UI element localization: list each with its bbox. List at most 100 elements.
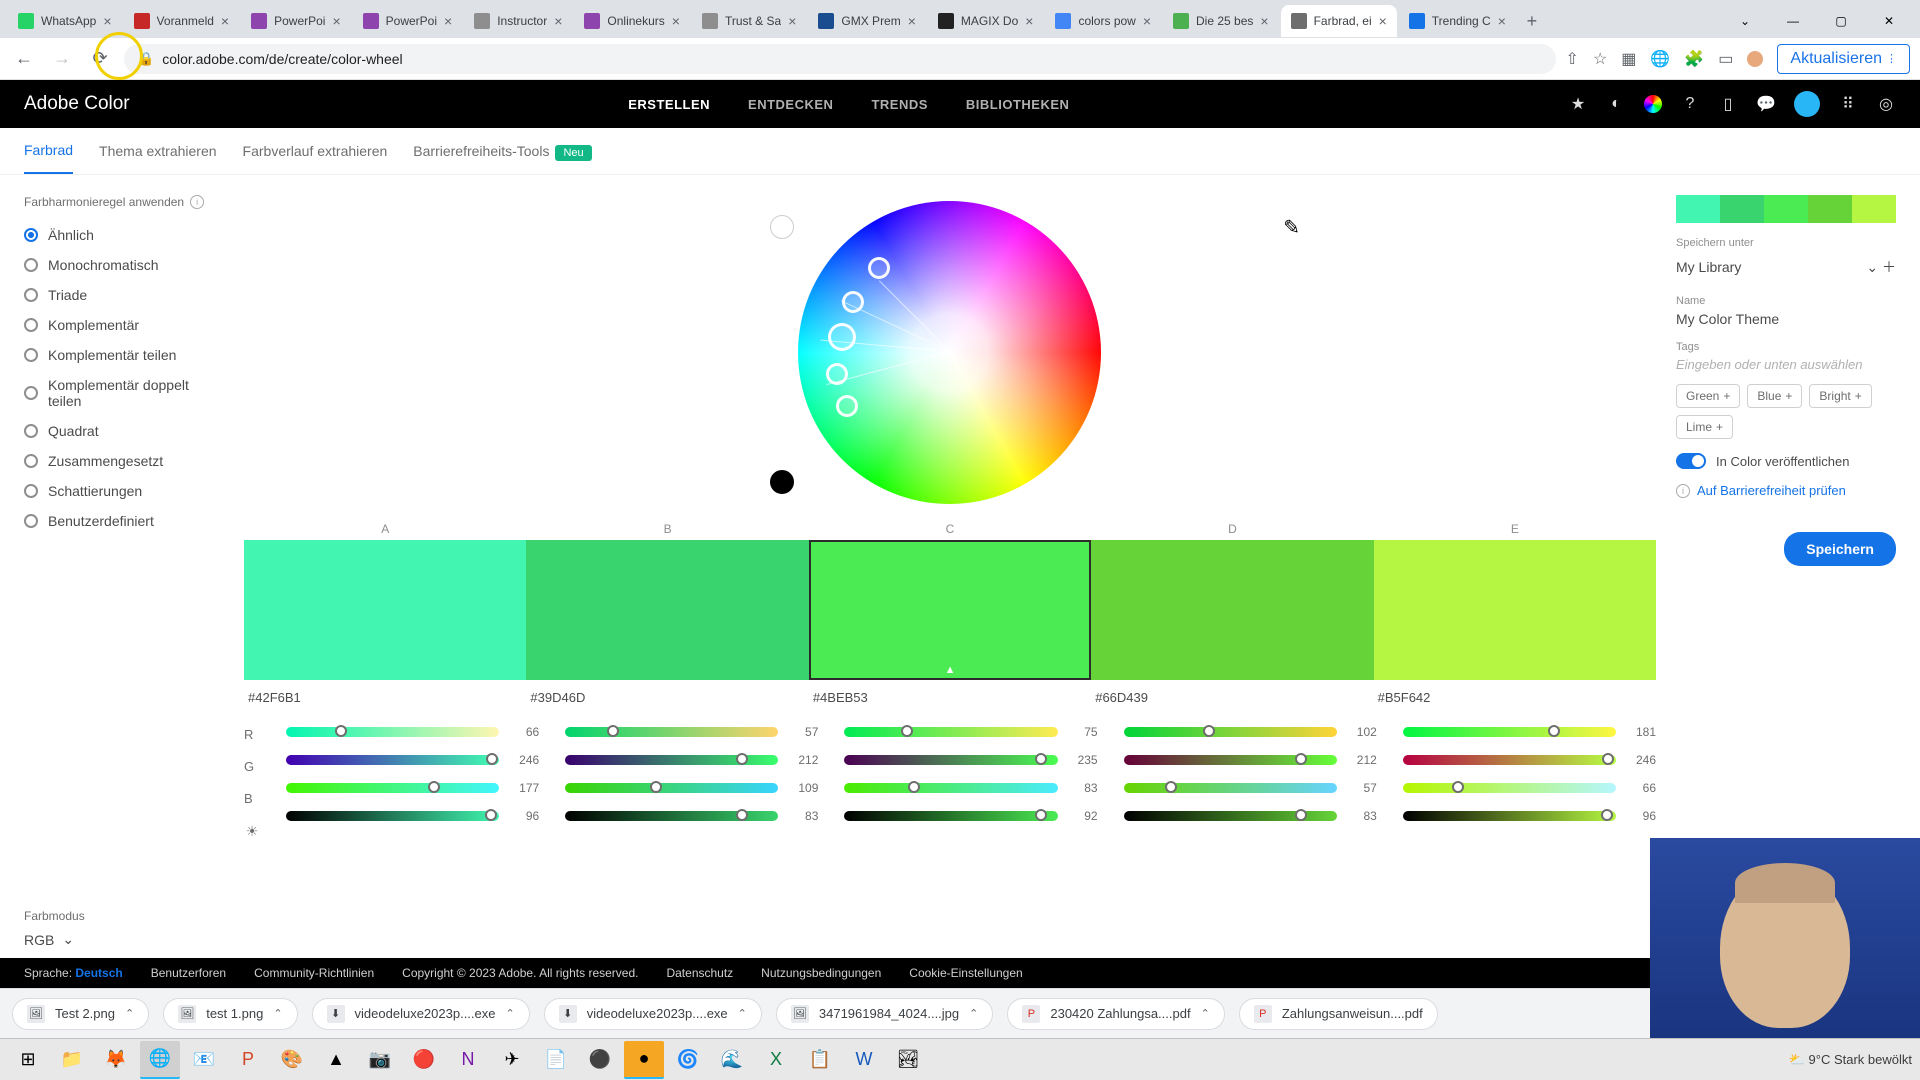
- apps-icon[interactable]: ⠿: [1838, 94, 1858, 114]
- app-icon[interactable]: 🌀: [668, 1041, 708, 1079]
- nav-erstellen[interactable]: ERSTELLEN: [628, 97, 710, 112]
- tab-farbverlauf[interactable]: Farbverlauf extrahieren: [243, 143, 388, 173]
- slider-r[interactable]: 75: [844, 725, 1097, 739]
- radio-triade[interactable]: Triade: [24, 287, 224, 303]
- slider-g[interactable]: 212: [565, 753, 818, 767]
- outlook-icon[interactable]: 📧: [184, 1041, 224, 1079]
- slider-l[interactable]: 96: [286, 809, 539, 823]
- slider-l[interactable]: 96: [1403, 809, 1656, 823]
- excel-icon[interactable]: X: [756, 1041, 796, 1079]
- download-item[interactable]: PZahlungsanweisun....pdf: [1239, 998, 1438, 1030]
- weather-widget[interactable]: ⛅ 9°C Stark bewölkt: [1789, 1052, 1912, 1068]
- app-icon[interactable]: 🔴: [404, 1041, 444, 1079]
- chevron-down-icon[interactable]: ⌄: [1722, 5, 1768, 37]
- book-icon[interactable]: ▯: [1718, 94, 1738, 114]
- close-icon[interactable]: ×: [554, 13, 562, 29]
- wheel-handle[interactable]: [836, 395, 858, 417]
- profile-avatar[interactable]: [1747, 51, 1763, 67]
- browser-tab[interactable]: Onlinekurs×: [574, 5, 690, 37]
- star-icon[interactable]: ☆: [1593, 49, 1607, 69]
- radio-schattierungen[interactable]: Schattierungen: [24, 483, 224, 499]
- nav-bibliotheken[interactable]: BIBLIOTHEKEN: [966, 97, 1070, 112]
- slider-b[interactable]: 177: [286, 781, 539, 795]
- app-icon[interactable]: ⚫: [580, 1041, 620, 1079]
- browser-tab[interactable]: MAGIX Do×: [928, 5, 1044, 37]
- chevron-up-icon[interactable]: ⌃: [273, 1007, 282, 1020]
- download-item[interactable]: 🖼test 1.png⌃: [163, 998, 297, 1030]
- radio-benutzer[interactable]: Benutzerdefiniert: [24, 513, 224, 529]
- address-bar[interactable]: 🔒 color.adobe.com/de/create/color-wheel: [124, 44, 1556, 74]
- chrome-icon[interactable]: 🌐: [140, 1041, 180, 1079]
- new-tab-button[interactable]: +: [1518, 7, 1546, 35]
- close-icon[interactable]: ×: [672, 13, 680, 29]
- start-icon[interactable]: ⊞: [8, 1041, 48, 1079]
- color-wheel-icon[interactable]: [1644, 95, 1662, 113]
- download-item[interactable]: ⬇videodeluxe2023p....exe⌃: [544, 998, 762, 1030]
- farbmodus-select[interactable]: RGB⌄: [24, 931, 224, 948]
- footer-link[interactable]: Community-Richtlinien: [254, 966, 374, 980]
- chevron-up-icon[interactable]: ⌃: [969, 1007, 978, 1020]
- black-dot[interactable]: [770, 470, 794, 494]
- chevron-up-icon[interactable]: ⌃: [1201, 1007, 1210, 1020]
- browser-tab[interactable]: GMX Prem×: [808, 5, 926, 37]
- refresh-button[interactable]: Aktualisieren⋮: [1777, 44, 1910, 74]
- browser-tab-active[interactable]: Farbrad, ei×: [1281, 5, 1397, 37]
- app-icon[interactable]: 🎨: [272, 1041, 312, 1079]
- swatch-c[interactable]: ▲: [809, 540, 1091, 680]
- chevron-up-icon[interactable]: ⌃: [738, 1007, 747, 1020]
- radio-komp-teilen[interactable]: Komplementär teilen: [24, 347, 224, 363]
- tab-barrierefreiheit[interactable]: Barrierefreiheits-ToolsNeu: [413, 143, 591, 173]
- app-icon[interactable]: 📷: [360, 1041, 400, 1079]
- telegram-icon[interactable]: ✈: [492, 1041, 532, 1079]
- moon-icon[interactable]: ◐: [1606, 94, 1626, 114]
- user-avatar[interactable]: [1794, 91, 1820, 117]
- box-icon[interactable]: ▭: [1718, 49, 1733, 69]
- hex-value[interactable]: #4BEB53: [809, 690, 1091, 705]
- firefox-icon[interactable]: 🦊: [96, 1041, 136, 1079]
- close-icon[interactable]: ×: [444, 13, 452, 29]
- footer-link[interactable]: Benutzerforen: [151, 966, 226, 980]
- nav-entdecken[interactable]: ENTDECKEN: [748, 97, 833, 112]
- wheel-handle[interactable]: [842, 291, 864, 313]
- nav-trends[interactable]: TRENDS: [871, 97, 927, 112]
- close-icon[interactable]: ×: [788, 13, 796, 29]
- library-select[interactable]: My Library⌄ ＋: [1676, 253, 1896, 281]
- footer-link[interactable]: Nutzungsbedingungen: [761, 966, 881, 980]
- puzzle-icon[interactable]: 🧩: [1684, 49, 1704, 69]
- explorer-icon[interactable]: 📁: [52, 1041, 92, 1079]
- browser-tab[interactable]: Voranmeld×: [124, 5, 240, 37]
- wheel-handle[interactable]: [826, 363, 848, 385]
- hex-value[interactable]: #39D46D: [526, 690, 808, 705]
- tag-chip[interactable]: Blue+: [1747, 384, 1802, 408]
- download-item[interactable]: 🖼3471961984_4024....jpg⌃: [776, 998, 993, 1030]
- browser-tab[interactable]: WhatsApp×: [8, 5, 122, 37]
- slider-r[interactable]: 66: [286, 725, 539, 739]
- save-button[interactable]: Speichern: [1784, 532, 1896, 566]
- chat-icon[interactable]: 💬: [1756, 94, 1776, 114]
- download-item[interactable]: 🖼Test 2.png⌃: [12, 998, 149, 1030]
- browser-tab[interactable]: Die 25 bes×: [1163, 5, 1279, 37]
- radio-komp-doppelt[interactable]: Komplementär doppelt teilen: [24, 377, 224, 409]
- browser-tab[interactable]: PowerPoi×: [353, 5, 463, 37]
- vlc-icon[interactable]: ▲: [316, 1041, 356, 1079]
- star-icon[interactable]: ★: [1568, 94, 1588, 114]
- slider-b[interactable]: 109: [565, 781, 818, 795]
- tag-chip[interactable]: Green+: [1676, 384, 1740, 408]
- info-icon[interactable]: i: [190, 195, 204, 209]
- footer-link[interactable]: Cookie-Einstellungen: [909, 966, 1022, 980]
- tab-thema[interactable]: Thema extrahieren: [99, 143, 217, 173]
- swatch-e[interactable]: [1374, 540, 1656, 680]
- white-dot[interactable]: [770, 215, 794, 239]
- radio-quadrat[interactable]: Quadrat: [24, 423, 224, 439]
- slider-l[interactable]: 83: [1124, 809, 1377, 823]
- powerpoint-icon[interactable]: P: [228, 1041, 268, 1079]
- back-icon[interactable]: ←: [10, 45, 38, 73]
- share-icon[interactable]: ⇧: [1566, 49, 1579, 69]
- radio-aehnlich[interactable]: Ähnlich: [24, 227, 224, 243]
- extension-icon[interactable]: ▦: [1621, 49, 1636, 69]
- hex-value[interactable]: #42F6B1: [244, 690, 526, 705]
- close-icon[interactable]: ×: [908, 13, 916, 29]
- maximize-icon[interactable]: ▢: [1818, 5, 1864, 37]
- close-icon[interactable]: ×: [332, 13, 340, 29]
- browser-tab[interactable]: Instructor×: [464, 5, 572, 37]
